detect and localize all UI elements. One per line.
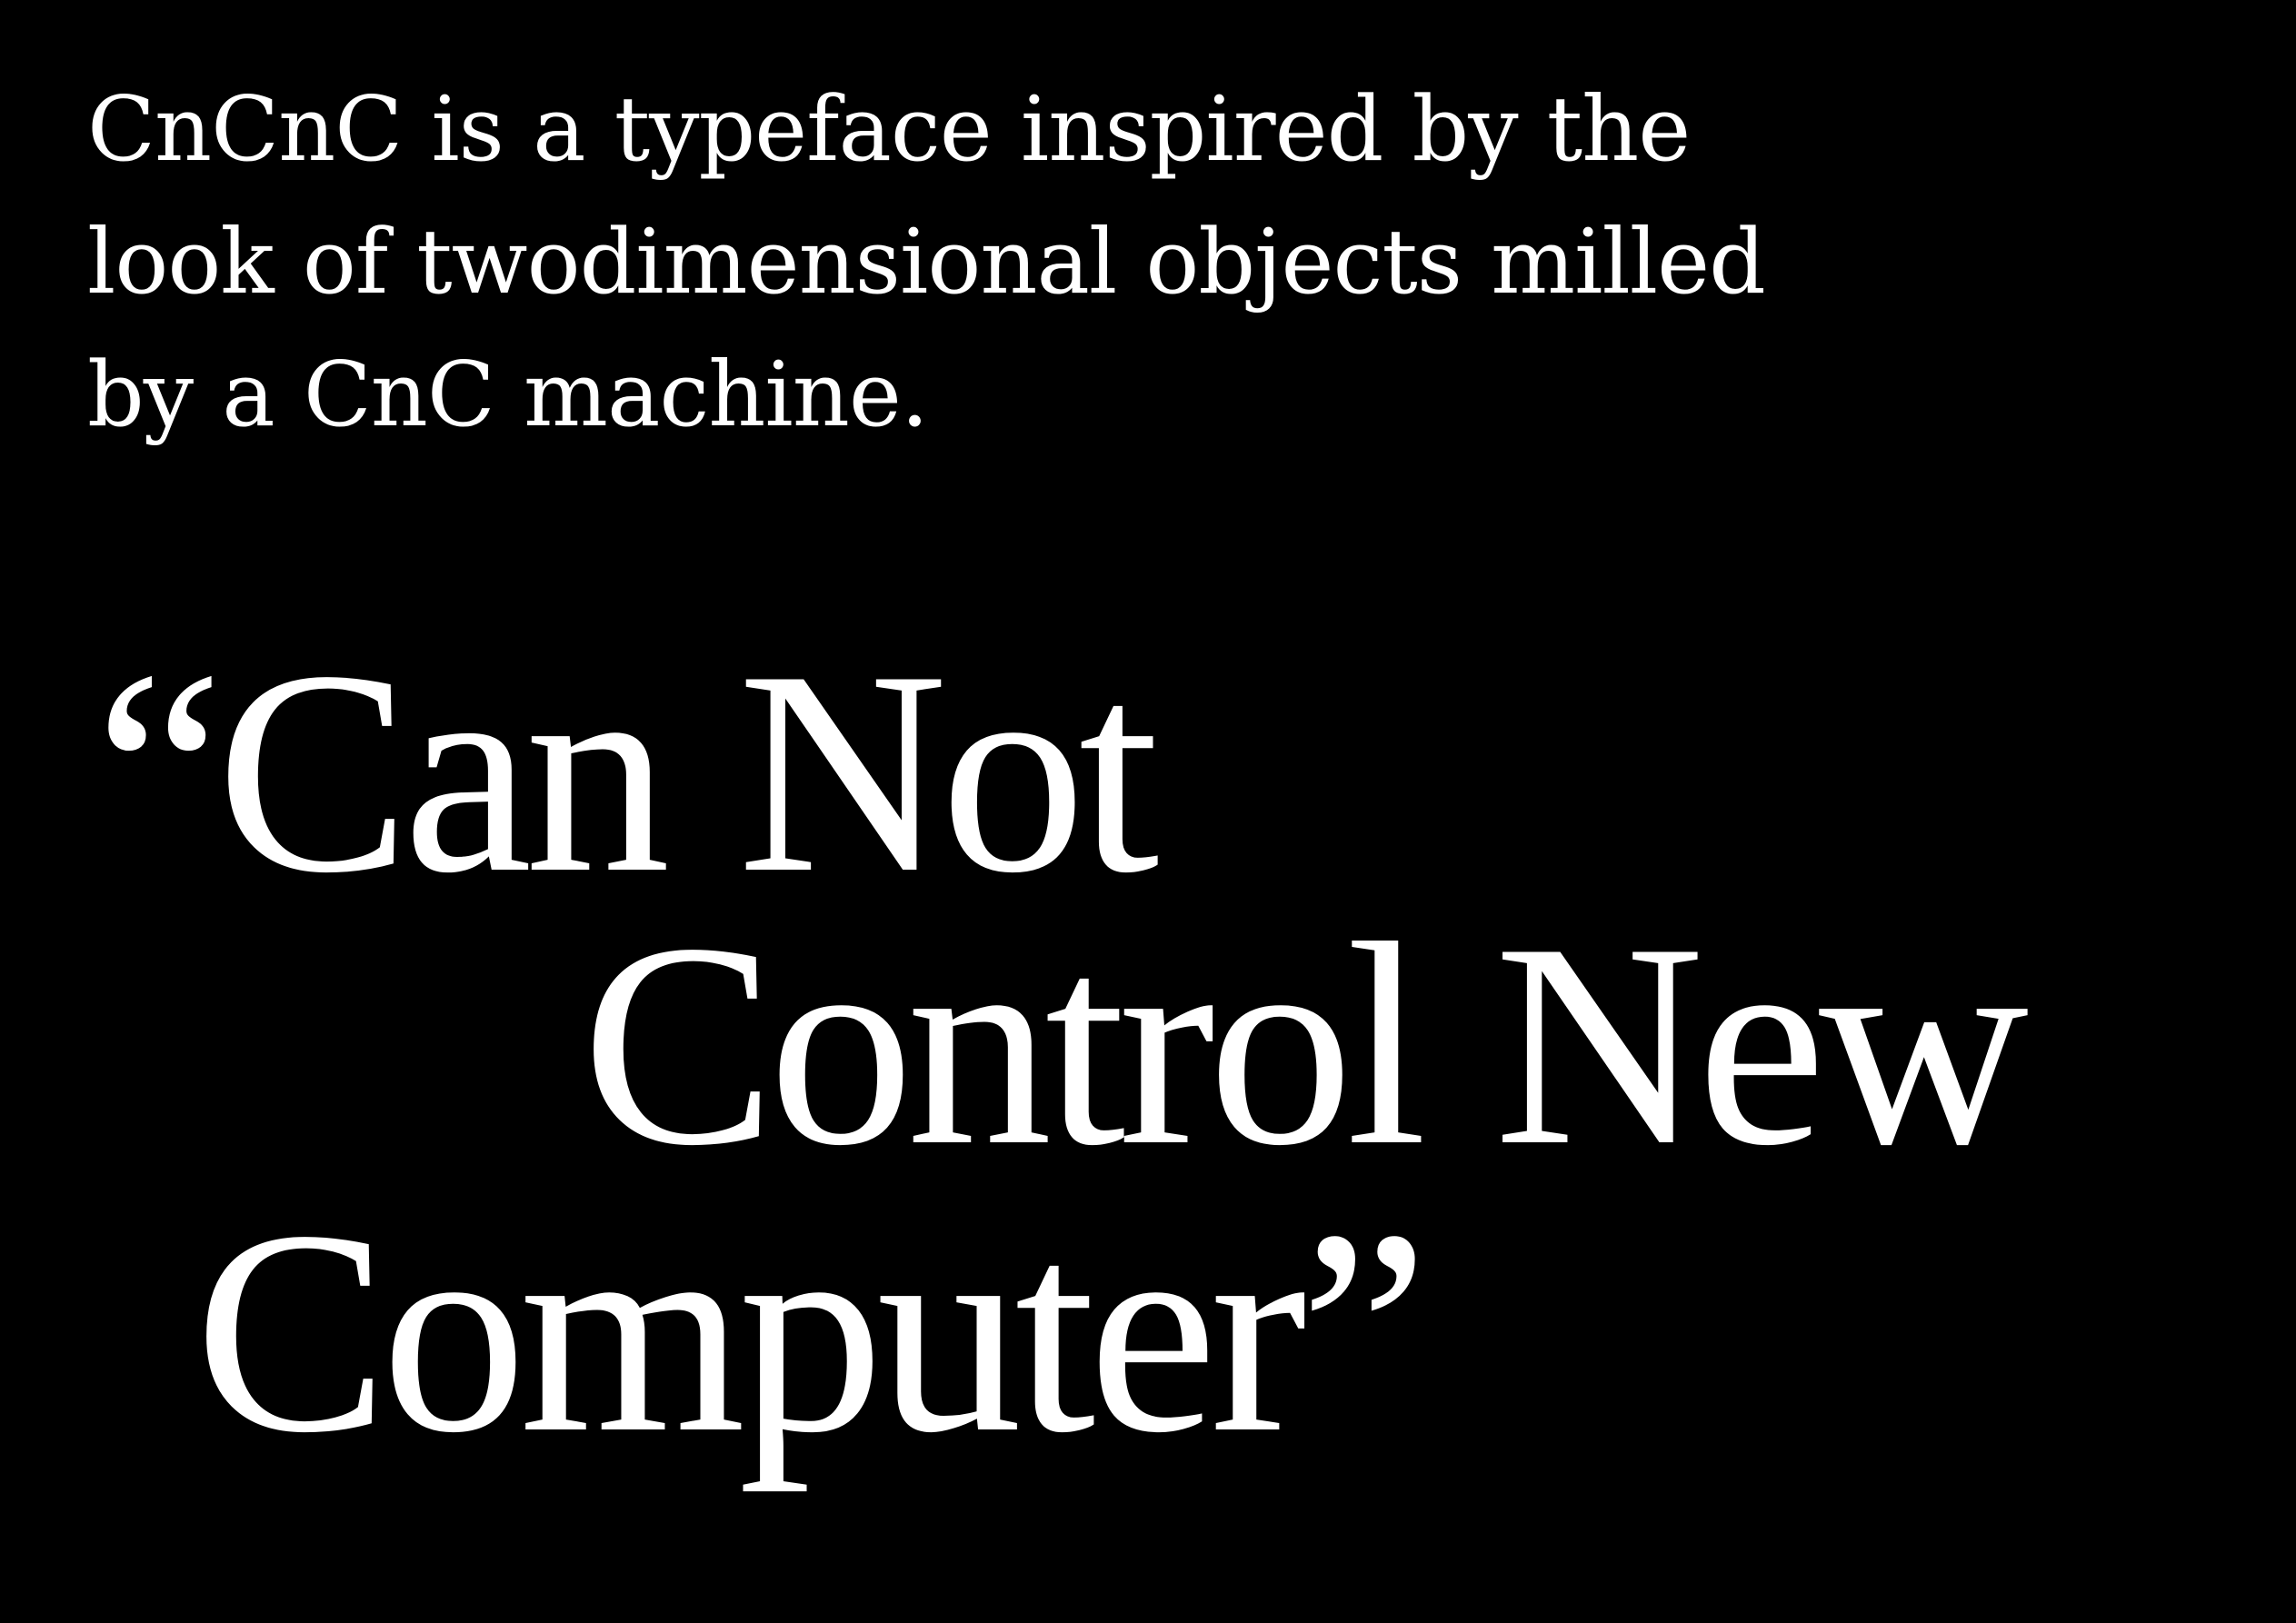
quote-line-3: Computer” — [195, 1171, 1429, 1493]
quote-line-1: “Can Not — [95, 612, 1159, 933]
headline-quote: “Can Not Control New Computer” — [0, 0, 2296, 1623]
quote-line-2: Control New — [582, 884, 2029, 1206]
